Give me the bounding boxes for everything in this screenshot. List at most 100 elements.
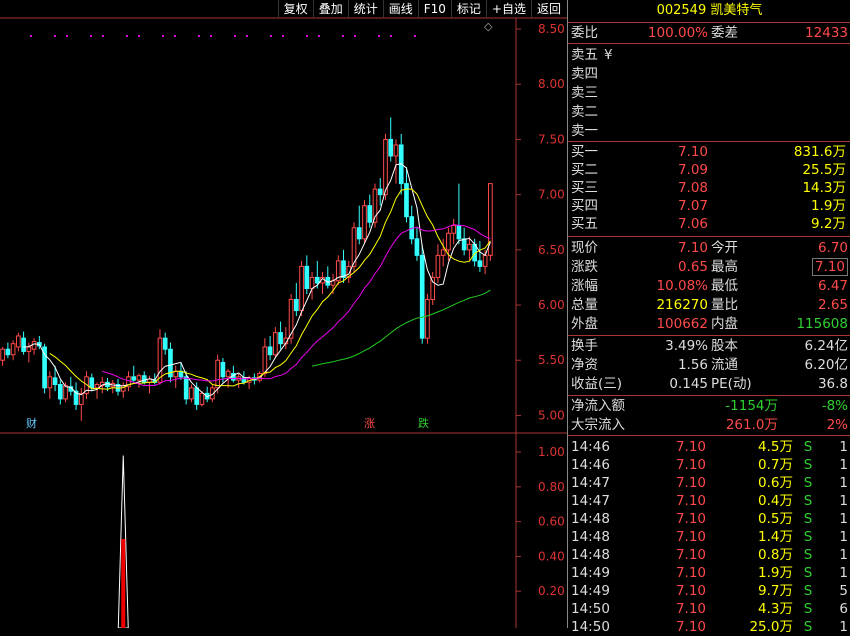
divider — [568, 22, 850, 23]
tick-volume: 0.6万 — [758, 475, 793, 491]
sell-level-label: 卖一 — [571, 123, 598, 139]
candle-body — [362, 205, 367, 240]
tick-time: 14:47 — [571, 493, 610, 509]
tick-volume: 1.9万 — [758, 565, 793, 581]
tick-price: 7.10 — [675, 565, 706, 581]
quote-label: 量比 — [711, 297, 738, 313]
weibi-label: 委比 — [571, 25, 598, 41]
divider — [568, 236, 850, 237]
kline-chart-area[interactable]: ◇ 8.50 8.00 7.50 7.00 6.50 6.00 5.50 5.00 财 涨 跌 1.00… — [0, 0, 567, 629]
toolbar-button-3[interactable]: 画线 — [382, 0, 418, 18]
y-tick-label: 7.50 — [538, 132, 565, 146]
tick-count: 1 — [839, 457, 848, 473]
tick-side: S — [803, 565, 813, 581]
candle-body — [0, 348, 5, 361]
event-dot — [102, 35, 104, 37]
candle-body — [414, 238, 420, 256]
finance-row: 换手 3.49% 股本 6.24亿 — [568, 337, 850, 355]
tick-time: 14:47 — [571, 475, 610, 491]
y-tick-label: 5.00 — [538, 408, 565, 422]
sell-level-5: 卖五 ¥ — [568, 46, 850, 64]
candle-body — [5, 348, 11, 356]
candle-body — [435, 254, 441, 278]
toolbar-button-2[interactable]: 统计 — [347, 0, 383, 18]
candle-body — [299, 265, 304, 312]
candle-body — [199, 392, 205, 405]
event-dot — [270, 35, 272, 37]
diamond-icon: ◇ — [484, 20, 493, 33]
tick-side: S — [803, 439, 813, 455]
quote-row: 涨幅 10.08% 最低 6.47 — [568, 277, 850, 295]
candle-body — [419, 254, 425, 339]
sell-level-4: 卖四 — [568, 65, 850, 83]
flow-label: 净流入额 — [571, 398, 625, 414]
tick-price: 7.10 — [675, 547, 706, 563]
toolbar-button-7[interactable]: 返回 — [530, 0, 566, 18]
tick-price: 7.10 — [675, 583, 706, 599]
buy-level-3: 买三 7.08 14.3万 — [568, 179, 850, 197]
buy-level-price: 7.09 — [677, 162, 708, 178]
candle-body — [141, 375, 147, 383]
tick-row: 14:50 7.10 4.3万 S 6 — [568, 600, 850, 618]
tick-side: S — [803, 529, 813, 545]
buy-level-volume: 1.9万 — [811, 198, 846, 214]
volume-y-tick-label: 0.60 — [538, 515, 565, 529]
flow-percent: -8% — [821, 398, 848, 414]
candle-body — [451, 225, 457, 234]
event-marker: 财 — [26, 416, 37, 430]
quote-label: 内盘 — [711, 316, 738, 332]
toolbar-button-5[interactable]: 标记 — [450, 0, 486, 18]
sell-level-label: 卖四 — [571, 66, 598, 82]
finance-value: 36.8 — [817, 376, 848, 392]
candle-body — [388, 138, 394, 157]
candle-body — [16, 335, 21, 348]
candle-body — [31, 340, 37, 350]
divider — [568, 435, 850, 436]
tick-volume: 9.7万 — [758, 583, 793, 599]
volume-bar — [121, 539, 126, 628]
tick-count: 6 — [839, 601, 848, 617]
tick-volume: 4.3万 — [758, 601, 793, 617]
toolbar-button-1[interactable]: 叠加 — [312, 0, 348, 18]
candle-body — [189, 387, 194, 400]
candle-body — [183, 376, 189, 400]
candle-body — [52, 377, 58, 386]
candle-body — [57, 384, 63, 400]
tick-row: 14:46 7.10 0.7万 S 1 — [568, 456, 850, 474]
flow-value: 261.0万 — [725, 417, 778, 433]
divider — [568, 43, 850, 44]
candle-body — [89, 377, 95, 389]
quote-value: 6.70 — [768, 239, 848, 257]
buy-level-volume: 14.3万 — [802, 180, 846, 196]
buy-level-volume: 9.2万 — [811, 216, 846, 232]
event-dot — [198, 35, 200, 37]
stock-name: 凯美特气 — [710, 3, 763, 18]
y-tick-label: 6.00 — [538, 298, 565, 312]
flow-label: 大宗流入 — [571, 417, 625, 433]
quote-row: 总量 216270 量比 2.65 — [568, 296, 850, 314]
toolbar-button-4[interactable]: F10 — [417, 0, 451, 18]
candle-body — [131, 376, 137, 381]
quote-value: 6.47 — [768, 277, 848, 295]
toolbar-button-6[interactable]: +自选 — [485, 0, 531, 18]
tick-count: 1 — [839, 547, 848, 563]
sell-level-1: 卖一 — [568, 122, 850, 140]
event-dot — [246, 35, 248, 37]
finance-label: 股本 — [711, 338, 738, 354]
candle-body — [267, 346, 273, 356]
toolbar-button-0[interactable]: 复权 — [277, 0, 313, 18]
finance-row: 净资 1.56 流通 6.20亿 — [568, 356, 850, 374]
weibi-row: 委比 100.00% 委差 12433 — [568, 24, 850, 42]
candle-body — [446, 232, 451, 251]
sell-level-2: 卖二 — [568, 103, 850, 121]
candle-body — [377, 188, 383, 196]
kline-chart[interactable]: ◇ 8.50 8.00 7.50 7.00 6.50 6.00 5.50 5.00 财 涨 跌 1.00… — [0, 0, 567, 629]
buy-level-label: 买四 — [571, 198, 598, 214]
tick-count: 5 — [839, 583, 848, 599]
buy-level-label: 买五 — [571, 216, 598, 232]
event-dot — [54, 35, 56, 37]
finance-value: 6.24亿 — [804, 338, 848, 354]
tick-count: 1 — [839, 493, 848, 509]
event-dot — [174, 35, 176, 37]
quote-value-text: 2.65 — [817, 297, 848, 313]
